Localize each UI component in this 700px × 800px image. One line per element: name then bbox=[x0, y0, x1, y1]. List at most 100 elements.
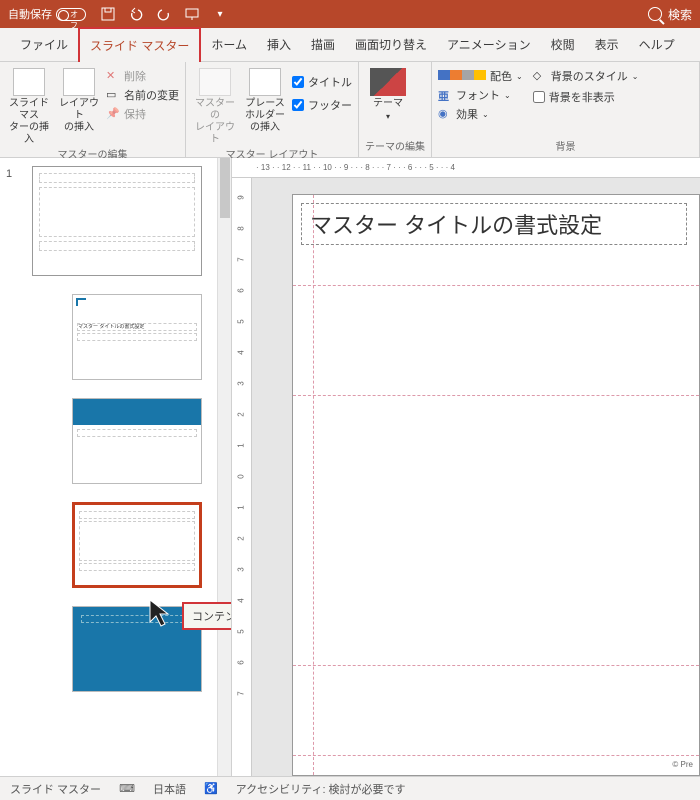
search-label: 検索 bbox=[668, 6, 692, 23]
status-bar: スライド マスター ⌨ 日本語 ♿ アクセシビリティ: 検討が必要です bbox=[0, 776, 700, 800]
accessibility-icon[interactable]: ♿ bbox=[204, 782, 218, 795]
footer-checkbox[interactable]: フッター bbox=[292, 95, 352, 115]
delete-button[interactable]: ✕ 削除 bbox=[106, 68, 179, 84]
chevron-down-icon: ⌄ bbox=[516, 72, 523, 81]
guide-horizontal bbox=[293, 395, 699, 396]
autosave-toggle[interactable]: 自動保存 オフ bbox=[8, 6, 86, 22]
fonts-button[interactable]: 亜フォント ⌄ bbox=[438, 87, 523, 103]
master-title-placeholder[interactable]: マスター タイトルの書式設定 bbox=[301, 203, 687, 245]
tab-draw[interactable]: 描画 bbox=[301, 28, 345, 61]
group-theme-edit: テーマ ▾ テーマの編集 bbox=[359, 62, 432, 157]
bg-styles-button[interactable]: ◇ 背景のスタイル ⌄ bbox=[533, 68, 639, 84]
slide-editor: · 13 · · 12 · · 11 · · 10 · · 9 · · · 8 … bbox=[232, 158, 700, 776]
delete-label: 削除 bbox=[124, 68, 146, 84]
colors-icon bbox=[438, 70, 486, 83]
footer-chk-label: フッター bbox=[308, 97, 352, 113]
bg-styles-label: 背景のスタイル bbox=[551, 68, 628, 84]
insert-layout-button[interactable]: レイアウト の挿入 bbox=[56, 66, 102, 134]
tab-help[interactable]: ヘルプ bbox=[629, 28, 685, 61]
themes-icon bbox=[370, 68, 406, 96]
themes-button[interactable]: テーマ ▾ bbox=[365, 66, 411, 122]
thumbnail-scrollbar[interactable] bbox=[217, 158, 231, 776]
tab-slide-master[interactable]: スライド マスター bbox=[78, 27, 201, 62]
layout-thumb-3-selected[interactable] bbox=[72, 502, 202, 588]
autosave-label: 自動保存 bbox=[8, 6, 52, 22]
master-thumbnail[interactable] bbox=[32, 166, 202, 276]
undo-icon[interactable] bbox=[128, 6, 144, 22]
layout-title-text: マスター タイトルの書式設定 bbox=[77, 323, 197, 331]
preserve-label: 保持 bbox=[124, 106, 146, 122]
group-background: 配色 ⌄ 亜フォント ⌄ ◉ 効果 ⌄ ◇ 背景のスタイル ⌄ 背景を非表示 背景 bbox=[432, 62, 700, 157]
status-language[interactable]: 日本語 bbox=[153, 781, 186, 797]
search-icon bbox=[648, 7, 662, 21]
thumbnail-panel: 1 マスター タイトルの書式設定 コンテンツ レイアウト: スライド 3, 5-… bbox=[0, 158, 232, 776]
guide-horizontal bbox=[293, 285, 699, 286]
bg-styles-icon: ◇ bbox=[533, 69, 547, 83]
insert-slide-master-button[interactable]: スライド マス ターの挿入 bbox=[6, 66, 52, 146]
guide-horizontal bbox=[293, 755, 699, 756]
tab-view[interactable]: 表示 bbox=[585, 28, 629, 61]
toggle-off-icon: オフ bbox=[56, 8, 86, 21]
colors-label: 配色 bbox=[490, 68, 512, 84]
master-layout-label: マスターの レイアウト bbox=[192, 98, 238, 146]
layout-thumb-1[interactable]: マスター タイトルの書式設定 bbox=[72, 294, 202, 380]
group-background-label: 背景 bbox=[438, 138, 693, 155]
footer-checkbox-input[interactable] bbox=[292, 99, 304, 111]
slide-canvas[interactable]: マスター タイトルの書式設定 © Pre bbox=[292, 194, 700, 776]
chevron-down-icon: ⌄ bbox=[632, 72, 639, 81]
tab-transitions[interactable]: 画面切り替え bbox=[345, 28, 437, 61]
search-box[interactable]: 検索 bbox=[648, 6, 692, 23]
qat-more-icon[interactable]: ▾ bbox=[212, 6, 228, 22]
group-master-layout: マスターの レイアウト プレースホルダー の挿入 タイトル フッター マスター … bbox=[186, 62, 359, 157]
group-theme-label: テーマの編集 bbox=[365, 138, 425, 155]
horizontal-ruler: · 13 · · 12 · · 11 · · 10 · · 9 · · · 8 … bbox=[232, 158, 700, 178]
title-checkbox-input[interactable] bbox=[292, 76, 304, 88]
rename-button[interactable]: ▭名前の変更 bbox=[106, 87, 179, 103]
preserve-button[interactable]: 📌 保持 bbox=[106, 106, 179, 122]
fonts-label: フォント bbox=[456, 87, 500, 103]
layout-tooltip: コンテンツ レイアウト: スライド 3, 5-6 で使用される bbox=[182, 602, 232, 630]
layout-icon bbox=[63, 68, 95, 96]
master-layout-icon bbox=[199, 68, 231, 96]
slide-master-icon bbox=[13, 68, 45, 96]
placeholder-icon bbox=[249, 68, 281, 96]
hide-bg-input[interactable] bbox=[533, 91, 545, 103]
guide-horizontal bbox=[293, 665, 699, 666]
master-layout-button[interactable]: マスターの レイアウト bbox=[192, 66, 238, 146]
hide-bg-checkbox[interactable]: 背景を非表示 bbox=[533, 87, 639, 107]
ribbon-tabs: ファイル スライド マスター ホーム 挿入 描画 画面切り替え アニメーション … bbox=[0, 28, 700, 62]
title-bar: 自動保存 オフ ▾ 検索 bbox=[0, 0, 700, 28]
colors-button[interactable]: 配色 ⌄ bbox=[438, 68, 523, 84]
tab-review[interactable]: 校閲 bbox=[541, 28, 585, 61]
redo-icon[interactable] bbox=[156, 6, 172, 22]
group-edit-master: スライド マス ターの挿入 レイアウト の挿入 ✕削除 ▭名前の変更 📌保持 マ… bbox=[0, 62, 186, 157]
layout-thumb-2[interactable] bbox=[72, 398, 202, 484]
insert-slide-master-label: スライド マス ターの挿入 bbox=[6, 98, 52, 146]
insert-placeholder-button[interactable]: プレースホルダー の挿入 bbox=[242, 66, 288, 134]
chevron-down-icon: ⌄ bbox=[482, 110, 489, 119]
ribbon: スライド マス ターの挿入 レイアウト の挿入 ✕ 削除 ▭名前の変更 📌 保持 マ… bbox=[0, 62, 700, 158]
effects-label: 効果 bbox=[456, 106, 478, 122]
placeholder-label: プレースホルダー の挿入 bbox=[242, 98, 288, 134]
save-icon[interactable] bbox=[100, 6, 116, 22]
input-mode-icon[interactable]: ⌨ bbox=[119, 782, 135, 795]
tab-home[interactable]: ホーム bbox=[201, 28, 257, 61]
status-accessibility[interactable]: アクセシビリティ: 検討が必要です bbox=[236, 781, 406, 797]
effects-button[interactable]: ◉ 効果 ⌄ bbox=[438, 106, 523, 122]
tab-animations[interactable]: アニメーション bbox=[437, 28, 541, 61]
effects-icon: ◉ bbox=[438, 107, 452, 121]
title-chk-label: タイトル bbox=[308, 74, 352, 90]
present-icon[interactable] bbox=[184, 6, 200, 22]
master-number: 1 bbox=[6, 168, 12, 180]
themes-label: テーマ bbox=[373, 98, 403, 110]
title-checkbox[interactable]: タイトル bbox=[292, 72, 352, 92]
fonts-icon: 亜 bbox=[438, 88, 452, 102]
preserve-icon: 📌 bbox=[106, 107, 120, 121]
delete-icon: ✕ bbox=[106, 69, 120, 83]
tab-file[interactable]: ファイル bbox=[10, 28, 78, 61]
vertical-ruler: 98765432101234567 bbox=[232, 178, 252, 776]
tab-insert[interactable]: 挿入 bbox=[257, 28, 301, 61]
footer-placeholder: © Pre bbox=[672, 760, 693, 769]
insert-layout-label: レイアウト の挿入 bbox=[56, 98, 102, 134]
chevron-down-icon: ▾ bbox=[386, 112, 390, 122]
